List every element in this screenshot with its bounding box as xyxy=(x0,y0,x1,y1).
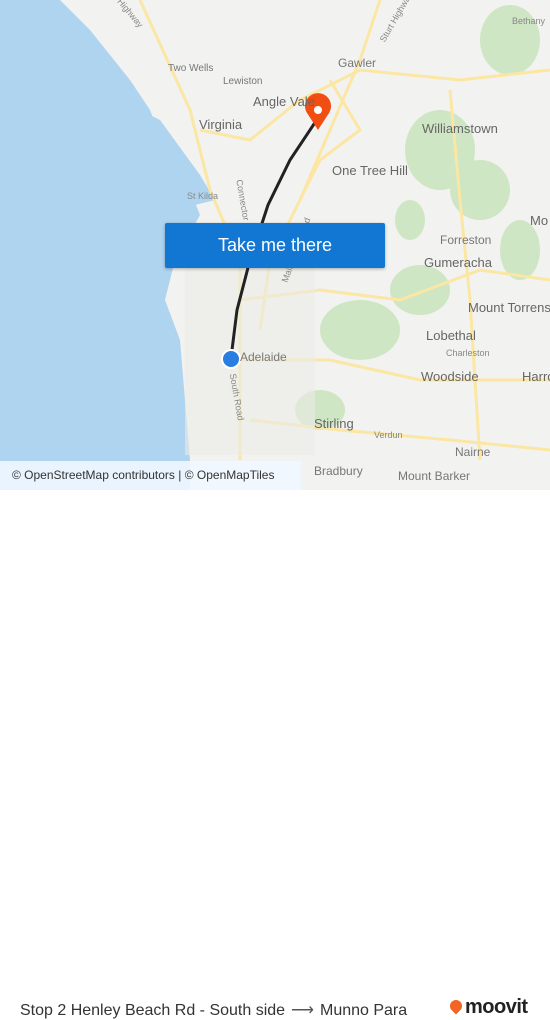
place-label: Woodside xyxy=(421,369,479,384)
place-label: Mo xyxy=(530,213,549,228)
map-attribution[interactable]: © OpenStreetMap contributors | © OpenMap… xyxy=(0,461,301,490)
take-me-there-button[interactable]: Take me there xyxy=(165,223,385,268)
place-label: Harro xyxy=(522,369,550,384)
footer: Stop 2 Henley Beach Rd - South side ⟶ Munn… xyxy=(0,490,550,1019)
place-label: Williamstown xyxy=(422,121,498,136)
place-label: Lobethal xyxy=(426,328,476,343)
place-label: Two Wells xyxy=(168,63,214,74)
place-label: St Kilda xyxy=(187,191,219,201)
place-label: Mount Barker xyxy=(398,469,471,483)
destination-name: Munno Para xyxy=(319,1002,408,1019)
place-label: Stirling xyxy=(314,416,354,431)
place-label: Adelaide xyxy=(240,350,287,364)
place-label: Gumeracha xyxy=(424,255,492,270)
place-label: Verdun xyxy=(374,430,403,440)
route-summary: Stop 2 Henley Beach Rd - South side ⟶ Munn… xyxy=(20,1000,407,1020)
moovit-wordmark: moovit xyxy=(465,996,528,1018)
parks xyxy=(295,5,540,430)
origin-dot-icon xyxy=(221,349,241,369)
place-label: Virginia xyxy=(199,117,243,132)
place-label: Mount Torrens xyxy=(468,300,550,315)
moovit-logo[interactable]: moovit xyxy=(447,996,528,1019)
map[interactable]: Two Wells Lewiston Gawler Angle Vale Vir… xyxy=(0,0,550,490)
moovit-pin-icon xyxy=(447,997,465,1015)
place-label: Forreston xyxy=(440,233,492,247)
origin-name: Stop 2 Henley Beach Rd - South side xyxy=(20,1002,286,1019)
place-label: Bradbury xyxy=(314,464,363,478)
place-label: Nairne xyxy=(455,445,491,459)
place-label: One Tree Hill xyxy=(332,163,408,178)
place-label: Gawler xyxy=(338,56,377,70)
place-label: Lewiston xyxy=(223,76,263,87)
arrow-right-icon: ⟶ xyxy=(291,1002,314,1019)
place-label: Bethany xyxy=(512,16,546,26)
place-label: Charleston xyxy=(446,348,490,358)
place-label: Angle Vale xyxy=(253,94,315,109)
